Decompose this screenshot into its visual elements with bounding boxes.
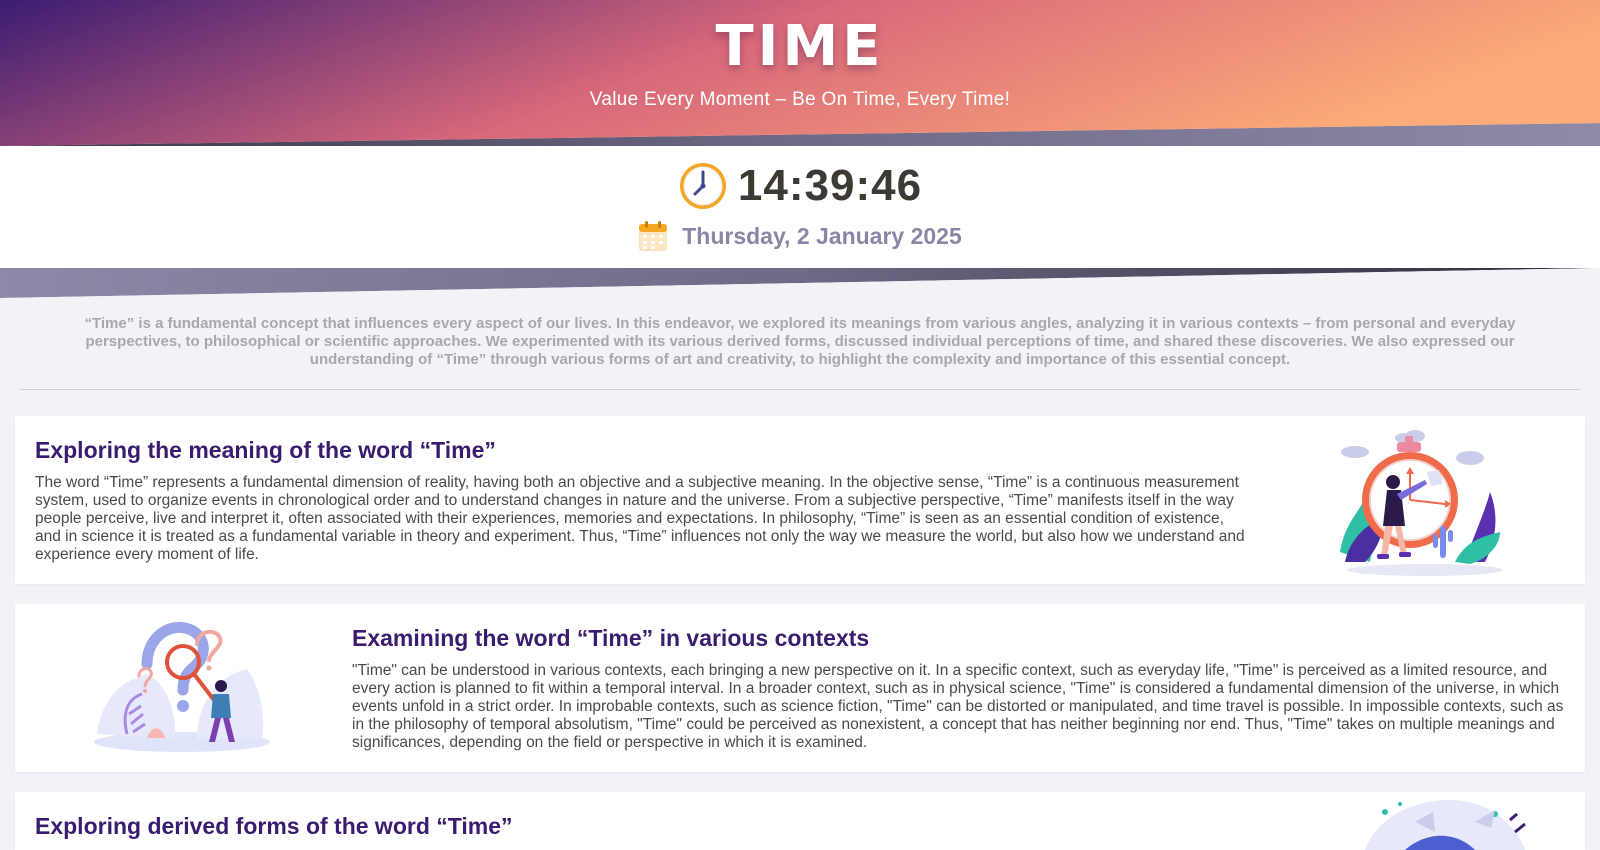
stopwatch-woman-illustration [1340, 430, 1503, 576]
magnifier-question-illustration [94, 621, 270, 752]
hero-banner: TIME Value Every Moment – Be On Time, Ev… [0, 0, 1600, 146]
horizontal-rule [20, 389, 1580, 390]
section-body: "Time" can be understood in various cont… [352, 662, 1564, 751]
abstract-splash-illustration [1365, 799, 1526, 850]
page-subtitle: Value Every Moment – Be On Time, Every T… [589, 89, 1011, 110]
current-time: 14:39:46 [737, 161, 923, 210]
section-card-derived-forms: Exploring derived forms of the word “Tim… [15, 792, 1585, 850]
section-title: Exploring the meaning of the word “Time” [35, 437, 496, 463]
current-date: Thursday, 2 January 2025 [682, 222, 962, 249]
calendar-icon [639, 221, 668, 251]
section-card-meaning: Exploring the meaning of the word “Time”… [15, 416, 1585, 584]
page-title: TIME [715, 14, 885, 79]
section-divider [0, 268, 1600, 302]
section-title: Exploring derived forms of the word “Tim… [35, 813, 513, 839]
section-card-contexts: Examining the word “Time” in various con… [15, 604, 1585, 772]
intro-paragraph: “Time” is a fundamental concept that inf… [84, 315, 1516, 368]
section-body: The word “Time” represents a fundamental… [35, 474, 1245, 563]
date-display: Thursday, 2 January 2025 [0, 218, 1600, 254]
section-title: Examining the word “Time” in various con… [352, 625, 870, 651]
time-display: 14:39:46 [0, 160, 1600, 212]
clock-icon [679, 163, 726, 209]
